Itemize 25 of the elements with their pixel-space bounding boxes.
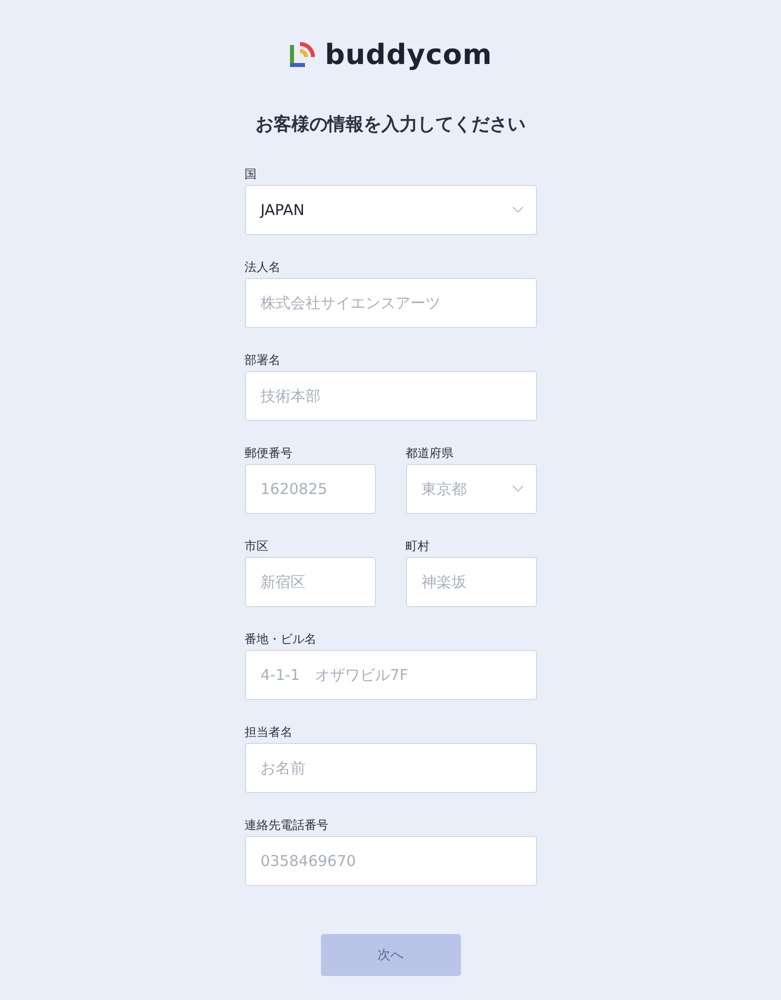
field-label: 番地・ビル名 — [244, 631, 318, 646]
chevron-down-icon — [512, 206, 524, 214]
chevron-down-icon — [512, 485, 524, 493]
input-field[interactable]: 1620825 — [244, 464, 376, 514]
select-field[interactable]: JAPAN — [244, 185, 536, 235]
input-field[interactable]: 4-1-1 オザワビル7F — [244, 650, 536, 700]
field-label: 法人名 — [244, 259, 282, 274]
field-label: 国 — [244, 166, 258, 181]
input-field[interactable]: 技術本部 — [244, 371, 536, 421]
field-label: 担当者名 — [244, 724, 294, 739]
field-label: 市区 — [244, 538, 270, 553]
page-title: お客様の情報を入力してください — [256, 113, 526, 136]
logo-icon — [288, 39, 317, 69]
input-field[interactable]: 新宿区 — [244, 557, 376, 607]
field-label: 町村 — [406, 538, 430, 553]
logo-text: buddycom — [324, 38, 492, 70]
field-label: 連絡先電話番号 — [244, 817, 330, 832]
input-field[interactable]: 0358469670 — [244, 836, 536, 886]
input-field[interactable]: 神楽坂 — [406, 557, 536, 607]
input-field[interactable]: 株式会社サイエンスアーツ — [244, 278, 536, 328]
field-label: 部署名 — [244, 352, 282, 367]
input-field[interactable]: お名前 — [244, 743, 536, 793]
select-field[interactable]: 東京都 — [406, 464, 536, 514]
field-label: 都道府県 — [406, 445, 454, 460]
field-label: 郵便番号 — [244, 445, 294, 460]
